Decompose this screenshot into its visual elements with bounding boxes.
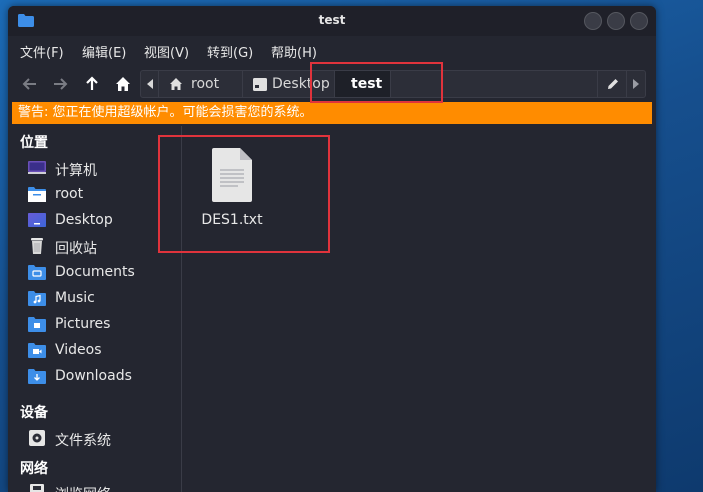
desktop-icon	[28, 213, 46, 227]
sidebar-item-label: root	[55, 186, 84, 202]
sidebar-item-label: Downloads	[55, 368, 132, 384]
sidebar-item-label: 计算机	[55, 163, 97, 179]
sidebar-item-label: 回收站	[55, 241, 97, 257]
superuser-warning-bar: 警告: 您正在使用超级帐户。可能会损害您的系统。	[12, 102, 652, 124]
highlight-box-file	[158, 135, 330, 253]
places-heading: 位置	[20, 135, 48, 151]
path-segment-root[interactable]: root	[159, 71, 243, 97]
sidebar-item-computer[interactable]: 计算机	[28, 158, 178, 180]
sidebar-item-filesystem[interactable]: 文件系统	[28, 428, 178, 450]
window-title: test	[318, 13, 346, 27]
network-heading: 网络	[20, 461, 48, 477]
sidebar-item-label: Pictures	[55, 316, 111, 332]
sidebar-item-music[interactable]: Music	[28, 288, 178, 310]
path-scroll-left[interactable]	[141, 71, 159, 97]
sidebar: 位置 计算机 root Desktop 回收站 Documents Music …	[8, 126, 182, 492]
sidebar-item-label: Videos	[55, 342, 102, 358]
home-folder-icon	[28, 187, 46, 202]
path-scroll-right[interactable]	[627, 71, 645, 97]
menu-view[interactable]: 视图(V)	[144, 42, 189, 61]
maximize-button[interactable]	[607, 12, 625, 30]
menu-help[interactable]: 帮助(H)	[271, 42, 317, 61]
music-folder-icon	[28, 291, 46, 306]
sidebar-item-videos[interactable]: Videos	[28, 340, 178, 362]
edit-location-button[interactable]	[597, 71, 627, 97]
close-button[interactable]	[630, 12, 648, 30]
desktop-icon	[253, 78, 267, 91]
drive-icon	[29, 430, 45, 446]
videos-folder-icon	[28, 343, 46, 358]
menu-go[interactable]: 转到(G)	[207, 42, 253, 61]
chevron-left-icon	[147, 79, 153, 89]
titlebar[interactable]: test	[8, 6, 656, 36]
path-segment-label: root	[191, 76, 220, 92]
menubar: 文件(F) 编辑(E) 视图(V) 转到(G) 帮助(H)	[8, 38, 656, 62]
sidebar-item-trash[interactable]: 回收站	[28, 236, 178, 258]
home-button[interactable]	[113, 74, 133, 94]
sidebar-item-label: 浏览网络	[55, 484, 111, 492]
sidebar-item-root[interactable]: root	[28, 184, 178, 206]
sidebar-item-label: Music	[55, 290, 95, 306]
sidebar-item-label: Documents	[55, 264, 135, 280]
devices-heading: 设备	[20, 405, 48, 421]
sidebar-item-browse-network[interactable]: 浏览网络	[28, 482, 178, 492]
forward-button[interactable]	[50, 74, 70, 94]
minimize-button[interactable]	[584, 12, 602, 30]
menu-edit[interactable]: 编辑(E)	[82, 42, 126, 61]
sidebar-item-pictures[interactable]: Pictures	[28, 314, 178, 336]
network-icon	[30, 484, 44, 492]
sidebar-item-label: Desktop	[55, 212, 113, 228]
pencil-icon	[608, 79, 618, 89]
back-button[interactable]	[20, 74, 40, 94]
documents-folder-icon	[28, 265, 46, 280]
up-button[interactable]	[82, 74, 102, 94]
sidebar-item-label: 文件系统	[55, 433, 111, 449]
menu-file[interactable]: 文件(F)	[20, 42, 64, 61]
computer-icon	[28, 161, 46, 174]
sidebar-item-desktop[interactable]: Desktop	[28, 210, 178, 232]
sidebar-item-downloads[interactable]: Downloads	[28, 366, 178, 388]
sidebar-item-documents[interactable]: Documents	[28, 262, 178, 284]
highlight-box-path	[310, 62, 443, 103]
downloads-folder-icon	[28, 369, 46, 384]
pictures-folder-icon	[28, 317, 46, 332]
home-icon	[170, 78, 182, 90]
trash-icon	[31, 238, 43, 254]
chevron-right-icon	[633, 79, 639, 89]
